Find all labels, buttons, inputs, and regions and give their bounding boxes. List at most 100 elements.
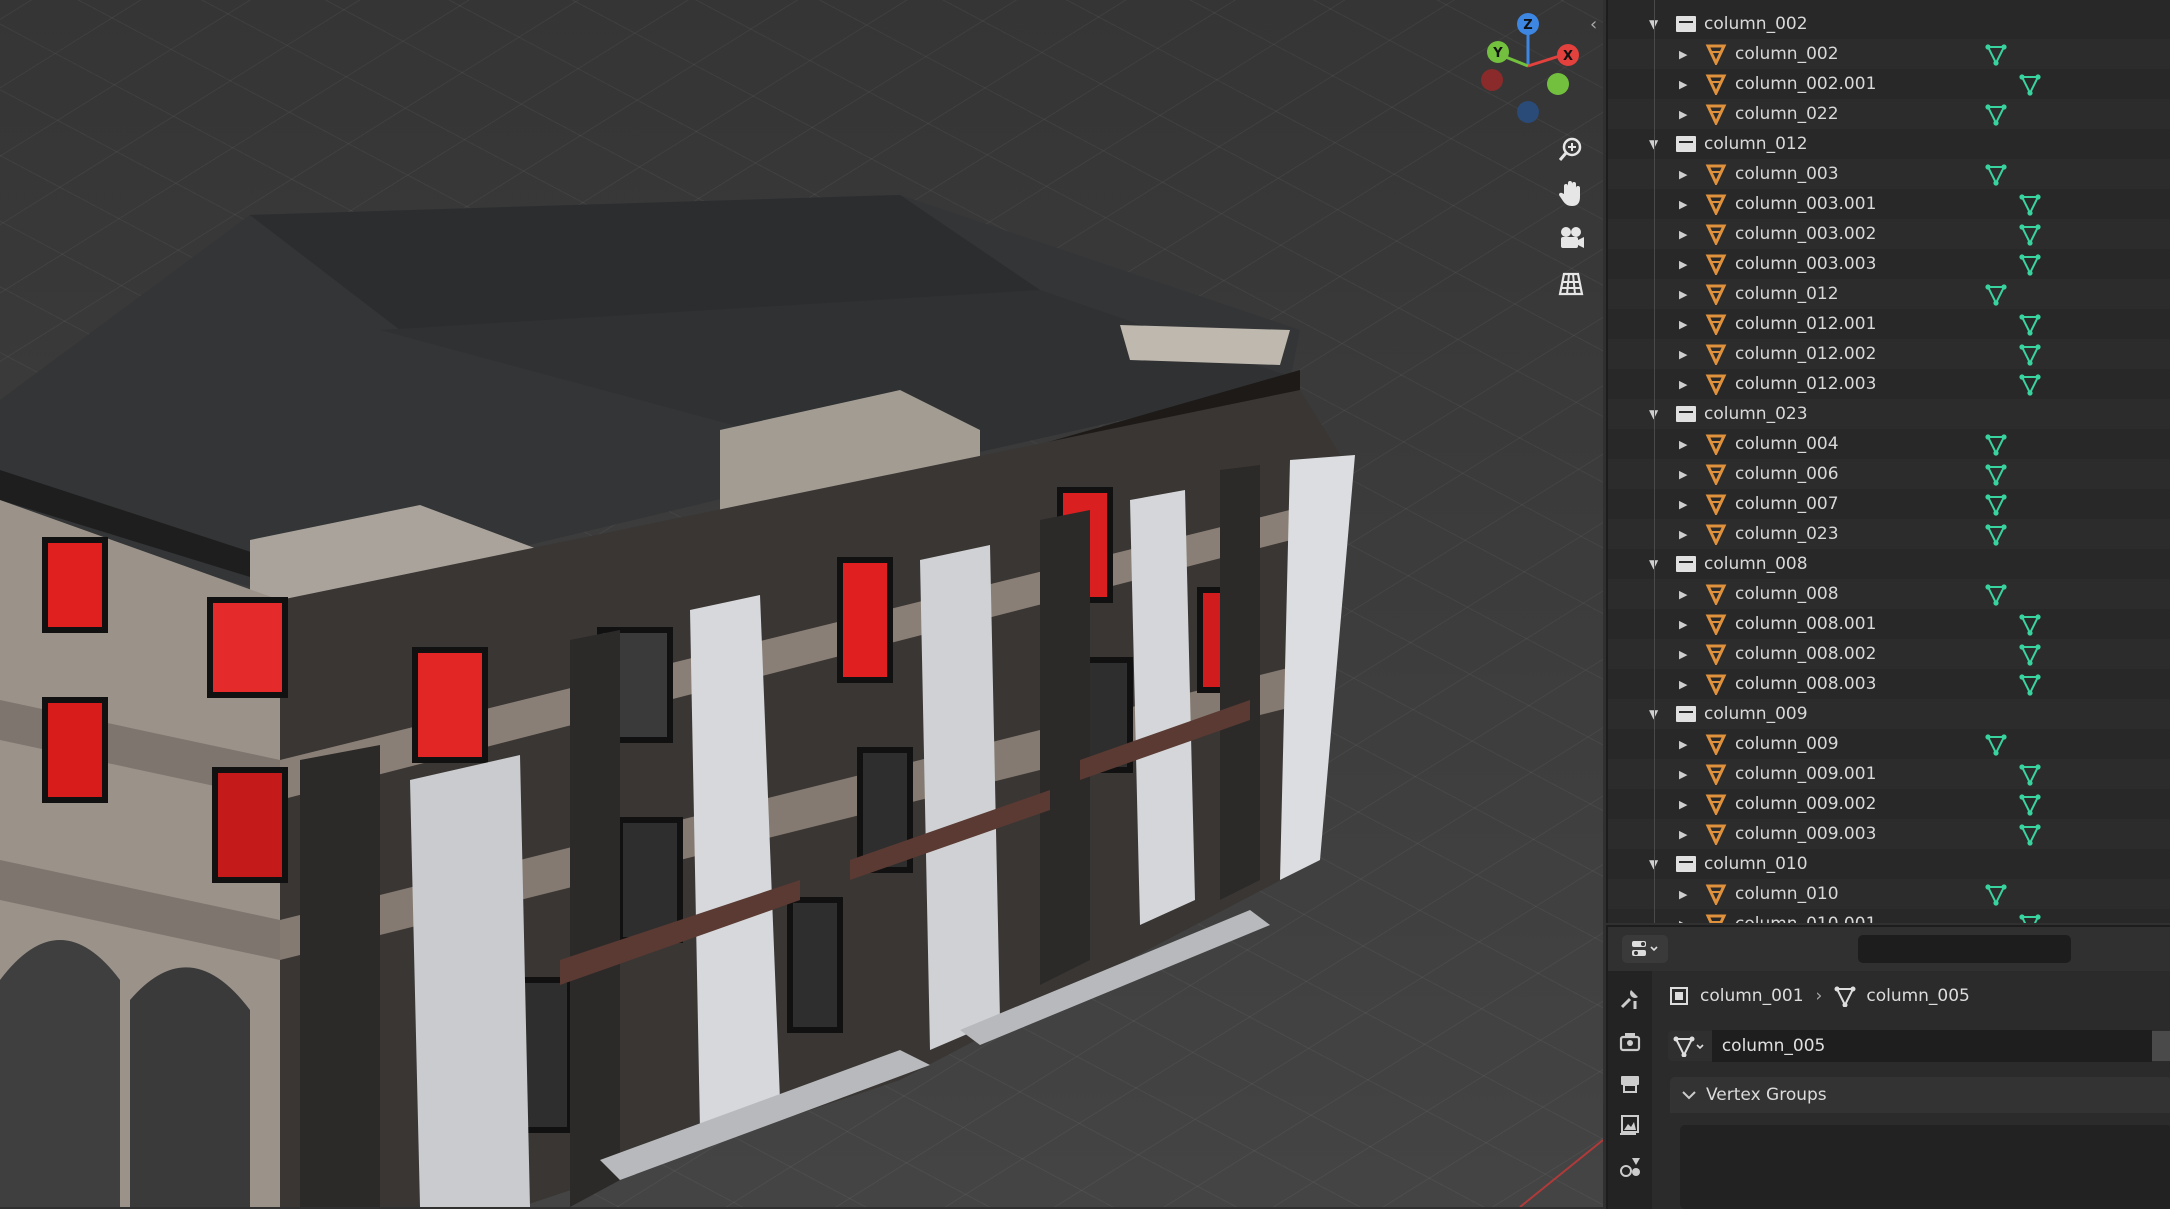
expand-toggle-icon[interactable]: ▶ <box>1679 78 1687 91</box>
3d-viewport[interactable]: Z Y X ‹ <box>0 0 1603 1207</box>
mesh-name-field[interactable] <box>1711 1030 2153 1062</box>
expand-toggle-icon[interactable]: ▶ <box>1679 258 1687 271</box>
expand-toggle-icon[interactable]: ▶ <box>1679 768 1687 781</box>
outliner-item-label[interactable]: column_012 <box>1735 284 1839 304</box>
outliner-item-label[interactable]: column_009.003 <box>1735 824 1876 844</box>
mesh-data-icon[interactable] <box>1984 522 2008 546</box>
expand-toggle-icon[interactable]: ▶ <box>1679 738 1687 751</box>
mesh-data-icon[interactable] <box>2018 612 2042 636</box>
mesh-data-icon[interactable] <box>2018 642 2042 666</box>
breadcrumb-object[interactable]: column_001 <box>1668 985 1804 1007</box>
outliner-object-row[interactable]: ▶ column_012 <box>1608 279 2170 309</box>
pan-hand-icon[interactable] <box>1551 174 1591 214</box>
mesh-data-icon[interactable] <box>2018 252 2042 276</box>
outliner-object-row[interactable]: ▶ column_004 <box>1608 429 2170 459</box>
outliner-item-label[interactable]: column_003 <box>1735 164 1839 184</box>
outliner-object-row[interactable]: ▶ column_012.003 <box>1608 369 2170 399</box>
mesh-data-icon[interactable] <box>1984 462 2008 486</box>
outliner-item-label[interactable]: column_003.003 <box>1735 254 1876 274</box>
mesh-data-icon[interactable] <box>1984 432 2008 456</box>
outliner-object-row[interactable]: ▶ column_009.001 <box>1608 759 2170 789</box>
tab-render[interactable] <box>1614 1025 1646 1057</box>
tab-view-layer[interactable] <box>1614 1109 1646 1141</box>
camera-view-icon[interactable] <box>1551 219 1591 259</box>
mesh-data-icon[interactable] <box>2018 372 2042 396</box>
mesh-data-icon[interactable] <box>1984 492 2008 516</box>
expand-toggle-icon[interactable]: ▶ <box>1679 348 1687 361</box>
mesh-data-icon[interactable] <box>2018 912 2042 923</box>
outliner-object-row[interactable]: ▶ column_003.002 <box>1608 219 2170 249</box>
outliner-object-row[interactable]: ▶ column_012.002 <box>1608 339 2170 369</box>
mesh-data-icon[interactable] <box>1984 732 2008 756</box>
outliner-item-label[interactable]: column_008.002 <box>1735 644 1876 664</box>
tab-scene[interactable] <box>1614 1151 1646 1183</box>
outliner-item-label[interactable]: column_003.002 <box>1735 224 1876 244</box>
mesh-data-icon[interactable] <box>2018 222 2042 246</box>
outliner-object-row[interactable]: ▶ column_003 <box>1608 159 2170 189</box>
zoom-icon[interactable] <box>1551 129 1591 169</box>
outliner-item-label[interactable]: column_012.002 <box>1735 344 1876 364</box>
mesh-data-icon[interactable] <box>1984 102 2008 126</box>
mesh-data-icon[interactable] <box>2018 312 2042 336</box>
outliner-collection-row[interactable]: ▼column_010 <box>1608 849 2170 879</box>
outliner-item-label[interactable]: column_009 <box>1704 704 1808 724</box>
expand-toggle-icon[interactable]: ▶ <box>1679 498 1687 511</box>
properties-search-input[interactable] <box>1858 935 2071 963</box>
outliner-object-row[interactable]: ▶ column_010.001 <box>1608 909 2170 923</box>
outliner-collection-row[interactable]: ▼column_012 <box>1608 129 2170 159</box>
outliner-item-label[interactable]: column_004 <box>1735 434 1839 454</box>
expand-toggle-icon[interactable]: ▶ <box>1679 318 1687 331</box>
outliner-object-row[interactable]: ▶ column_007 <box>1608 489 2170 519</box>
tab-tool[interactable] <box>1614 983 1646 1015</box>
outliner-item-label[interactable]: column_010 <box>1704 854 1808 874</box>
mesh-data-icon[interactable] <box>2018 342 2042 366</box>
gizmo-neg-z[interactable] <box>1517 101 1539 123</box>
expand-toggle-icon[interactable]: ▶ <box>1679 618 1687 631</box>
outliner-object-row[interactable]: ▶ column_022 <box>1608 99 2170 129</box>
outliner-item-label[interactable]: column_009.002 <box>1735 794 1876 814</box>
expand-toggle-icon[interactable]: ▶ <box>1679 828 1687 841</box>
sidebar-toggle-chevron-icon[interactable]: ‹ <box>1590 14 1597 35</box>
outliner-object-row[interactable]: ▶ column_003.001 <box>1608 189 2170 219</box>
outliner-object-row[interactable]: ▶ column_008.001 <box>1608 609 2170 639</box>
vertex-groups-panel-header[interactable]: Vertex Groups <box>1670 1077 2170 1113</box>
navigation-gizmo[interactable]: Z Y X <box>1470 8 1590 128</box>
expand-toggle-icon[interactable]: ▶ <box>1679 198 1687 211</box>
expand-toggle-icon[interactable]: ▶ <box>1679 168 1687 181</box>
gizmo-neg-x[interactable] <box>1481 69 1503 91</box>
outliner-object-row[interactable]: ▶ column_009.003 <box>1608 819 2170 849</box>
mesh-data-icon[interactable] <box>2018 762 2042 786</box>
outliner-item-label[interactable]: column_006 <box>1735 464 1839 484</box>
expand-toggle-icon[interactable]: ▶ <box>1679 378 1687 391</box>
mesh-data-icon[interactable] <box>2018 192 2042 216</box>
outliner-object-row[interactable]: ▶ column_008.002 <box>1608 639 2170 669</box>
expand-toggle-icon[interactable]: ▶ <box>1679 648 1687 661</box>
outliner-item-label[interactable]: column_009 <box>1735 734 1839 754</box>
outliner-object-row[interactable]: ▶ column_009.002 <box>1608 789 2170 819</box>
outliner-object-row[interactable]: ▶ column_008.003 <box>1608 669 2170 699</box>
expand-toggle-icon[interactable]: ▶ <box>1679 228 1687 241</box>
outliner-object-row[interactable]: ▶ column_009 <box>1608 729 2170 759</box>
outliner-object-row[interactable]: ▶ column_006 <box>1608 459 2170 489</box>
outliner-item-label[interactable]: column_008 <box>1704 554 1808 574</box>
outliner-item-label[interactable]: column_023 <box>1704 404 1808 424</box>
outliner-collection-row[interactable]: ▼column_023 <box>1608 399 2170 429</box>
mesh-field-scrollbar[interactable] <box>2152 1031 2170 1061</box>
expand-toggle-icon[interactable]: ▶ <box>1679 918 1687 924</box>
outliner-item-label[interactable]: column_009.001 <box>1735 764 1876 784</box>
outliner-object-row[interactable]: ▶ column_012.001 <box>1608 309 2170 339</box>
outliner-item-label[interactable]: column_002 <box>1704 14 1808 34</box>
outliner-panel[interactable]: ▼column_002 ▶ column_002 ▶ column_002.001 ▶ co… <box>1606 0 2170 923</box>
gizmo-neg-y[interactable] <box>1547 73 1569 95</box>
outliner-item-label[interactable]: column_008.001 <box>1735 614 1876 634</box>
outliner-item-label[interactable]: column_007 <box>1735 494 1839 514</box>
tab-output[interactable] <box>1614 1067 1646 1099</box>
expand-toggle-icon[interactable]: ▶ <box>1679 798 1687 811</box>
outliner-object-row[interactable]: ▶ column_003.003 <box>1608 249 2170 279</box>
outliner-collection-row[interactable]: ▼column_002 <box>1608 9 2170 39</box>
outliner-item-label[interactable]: column_012.001 <box>1735 314 1876 334</box>
outliner-item-label[interactable]: column_023 <box>1735 524 1839 544</box>
outliner-object-row[interactable]: ▶ column_002.001 <box>1608 69 2170 99</box>
outliner-item-label[interactable]: column_010 <box>1735 884 1839 904</box>
expand-toggle-icon[interactable]: ▶ <box>1679 468 1687 481</box>
